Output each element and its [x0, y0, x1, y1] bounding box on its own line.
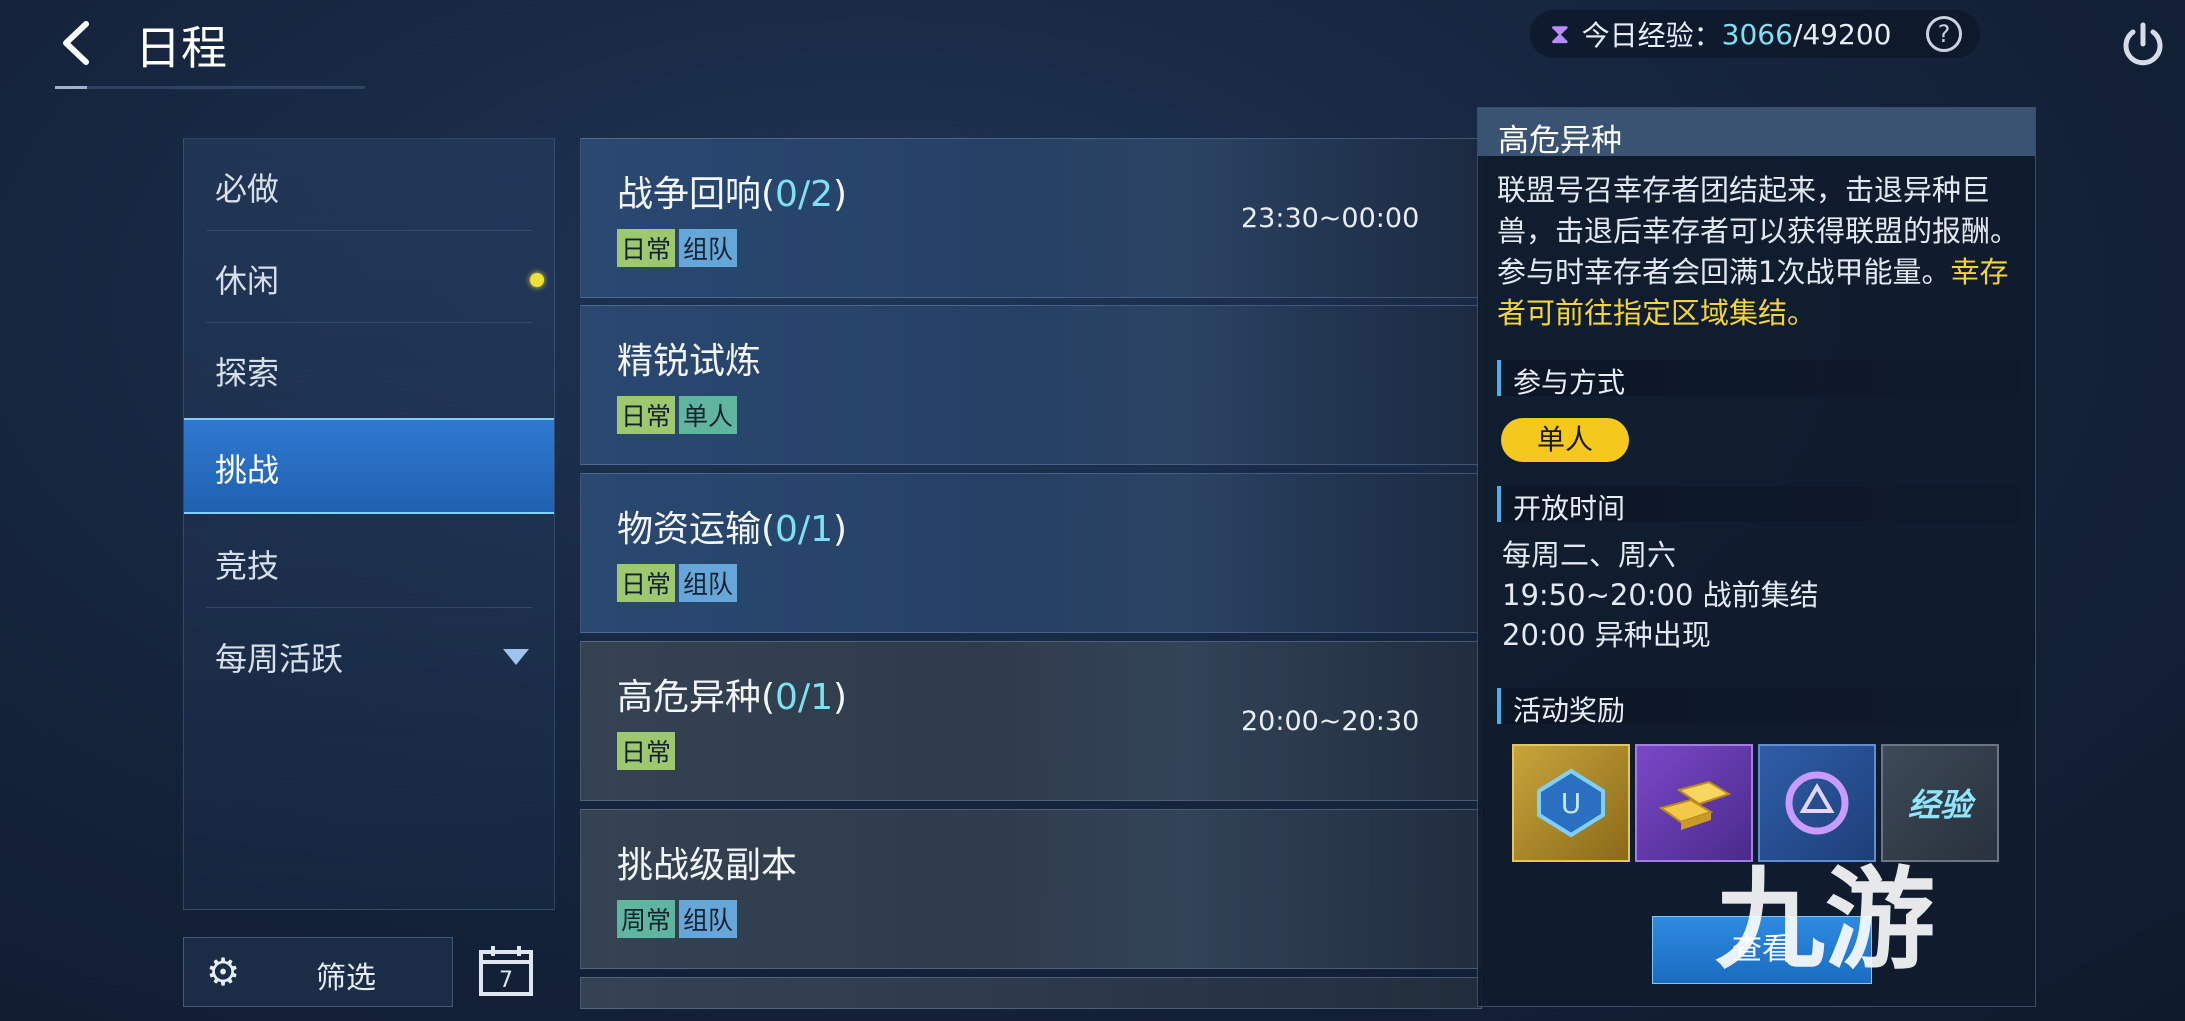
- open-time-text: 每周二、周六 19:50~20:00 战前集结 20:00 异种出现: [1502, 538, 1819, 652]
- activity-name: 战争回响(0/2): [617, 174, 848, 215]
- activity-name: 高危异种(0/1): [617, 677, 848, 718]
- activity-name: 精锐试炼: [617, 341, 762, 382]
- title-underline: [55, 86, 365, 89]
- divider: [206, 607, 532, 608]
- detail-title-bar: 高危异种: [1478, 108, 2035, 159]
- back-arrow-icon[interactable]: [52, 18, 102, 68]
- notification-dot: [530, 273, 544, 287]
- tag-daily: 日常: [617, 229, 676, 267]
- calendar-icon[interactable]: 7: [478, 943, 534, 997]
- activity-card-partial[interactable]: [580, 977, 1482, 1009]
- activity-card[interactable]: 挑战级副本 周常 组队: [580, 809, 1482, 969]
- calendar-day: 7: [499, 968, 513, 993]
- exp-reward-text: 经验: [1907, 786, 1972, 824]
- activity-card[interactable]: 物资运输(0/1) 日常 组队: [580, 473, 1482, 633]
- card-artwork: [981, 474, 1481, 632]
- sidebar-item-label: 探索: [215, 354, 280, 392]
- gear-icon: ⚙: [206, 950, 241, 994]
- sidebar-item-label: 必做: [215, 170, 280, 208]
- sidebar-item-must-do[interactable]: 必做: [184, 139, 554, 231]
- tag-weekly: 周常: [617, 900, 676, 938]
- tag-team: 组队: [679, 229, 738, 267]
- section-join-mode: 参与方式: [1497, 360, 2021, 399]
- category-sidebar: 必做 休闲 探索 挑战 竞技 每周活跃: [183, 138, 555, 910]
- join-mode-badge: 单人: [1501, 418, 1629, 462]
- sidebar-item-label: 每周活跃: [215, 640, 344, 678]
- gold-bars-icon: [1658, 780, 1732, 830]
- sidebar-item-challenge[interactable]: 挑战: [184, 418, 554, 514]
- chip-icon: U: [1537, 768, 1605, 838]
- sidebar-item-explore[interactable]: 探索: [184, 323, 554, 415]
- watermark-logo: 九游: [1715, 856, 1935, 984]
- activity-card[interactable]: 战争回响(0/2) 23:30~00:00 日常 组队: [580, 138, 1482, 298]
- card-artwork: [981, 306, 1481, 464]
- card-artwork: [981, 810, 1481, 968]
- daily-exp-bar: ⧗ 今日经验： 3066 /49200 ?: [1530, 10, 1980, 58]
- tag-daily: 日常: [617, 564, 676, 602]
- activity-time: 20:00~20:30: [1241, 706, 1420, 737]
- activity-name: 物资运输(0/1): [617, 509, 848, 550]
- dropdown-triangle-icon[interactable]: [503, 649, 529, 665]
- filter-button[interactable]: ⚙ 筛选: [183, 937, 453, 1007]
- activity-name: 挑战级副本: [617, 845, 798, 886]
- sidebar-item-weekly-active[interactable]: 每周活跃: [184, 609, 554, 701]
- section-rewards: 活动奖励: [1497, 688, 2021, 727]
- tag-team: 组队: [679, 564, 738, 602]
- power-icon[interactable]: [2118, 20, 2168, 70]
- reward-chip-icon[interactable]: U: [1512, 744, 1630, 862]
- tag-solo: 单人: [679, 396, 738, 434]
- exp-total: /49200: [1792, 17, 1892, 51]
- hourglass-icon: ⧗: [1550, 17, 1570, 50]
- activity-time: 23:30~00:00: [1241, 203, 1420, 234]
- help-icon[interactable]: ?: [1926, 16, 1962, 52]
- sidebar-item-leisure[interactable]: 休闲: [184, 231, 554, 323]
- tag-team: 组队: [679, 900, 738, 938]
- svg-text:U: U: [1561, 787, 1582, 820]
- page-title: 日程: [135, 21, 227, 75]
- tag-daily: 日常: [617, 732, 676, 770]
- tag-daily: 日常: [617, 396, 676, 434]
- section-open-time: 开放时间: [1497, 486, 2021, 525]
- filter-label: 筛选: [316, 961, 376, 996]
- sidebar-item-label: 挑战: [215, 451, 280, 489]
- sidebar-item-label: 竞技: [215, 547, 280, 585]
- exp-label: 今日经验：: [1581, 19, 1722, 52]
- exp-current: 3066: [1721, 17, 1793, 51]
- activity-card-selected[interactable]: 高危异种(0/1) 20:00~20:30 日常: [580, 641, 1482, 801]
- sidebar-item-competitive[interactable]: 竞技: [184, 516, 554, 608]
- activity-card[interactable]: 精锐试炼 日常 单人: [580, 305, 1482, 465]
- sidebar-item-label: 休闲: [215, 262, 280, 300]
- detail-title: 高危异种: [1498, 123, 1622, 159]
- detail-description: 联盟号召幸存者团结起来，击退异种巨兽，击退后幸存者可以获得联盟的报酬。参与时幸存…: [1497, 173, 2020, 330]
